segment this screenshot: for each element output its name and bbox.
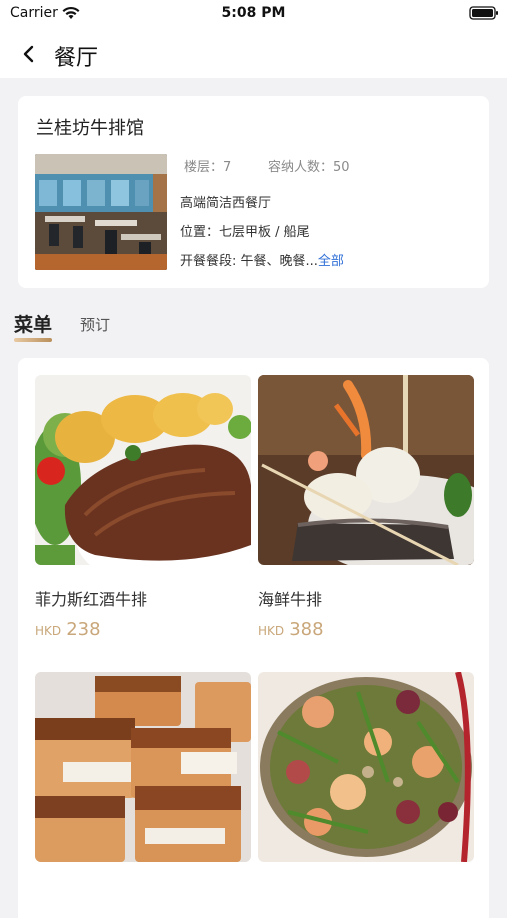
back-chevron-icon[interactable] bbox=[18, 43, 40, 65]
price-currency: HKD bbox=[35, 624, 62, 638]
menu-grid: 菲力斯红酒牛排 HKD 238 海鲜牛排 HKD 388 bbox=[18, 358, 489, 918]
dish-card[interactable]: 菲力斯红酒牛排 HKD 238 bbox=[35, 375, 251, 640]
tab-booking[interactable]: 预订 bbox=[80, 314, 110, 335]
status-bar: Carrier 5:08 PM bbox=[0, 0, 507, 30]
dish-card[interactable]: 海鲜牛排 HKD 388 bbox=[258, 375, 474, 640]
location-label: 位置： bbox=[180, 225, 220, 240]
meal-label: 开餐餐段: bbox=[180, 254, 241, 269]
restaurant-photo bbox=[35, 154, 167, 270]
dish-card[interactable] bbox=[258, 672, 474, 862]
meal-value: 午餐、晚餐... bbox=[240, 254, 318, 269]
dish-name: 海鲜牛排 bbox=[258, 590, 323, 609]
capacity-value: 50 bbox=[333, 160, 350, 175]
price-amount: 238 bbox=[66, 619, 101, 640]
price-currency: HKD bbox=[258, 624, 285, 638]
meal-periods-info: 开餐餐段: 午餐、晚餐...全部 bbox=[180, 250, 344, 269]
dish-image bbox=[35, 672, 251, 862]
tab-bar: 菜单 预订 bbox=[0, 306, 507, 350]
location-info: 位置：七层甲板 / 船尾 bbox=[180, 221, 310, 240]
restaurant-style: 高端简洁西餐厅 bbox=[180, 196, 272, 211]
dish-image bbox=[35, 375, 251, 565]
price-amount: 388 bbox=[289, 619, 324, 640]
floor-label: 楼层： bbox=[184, 160, 224, 175]
tab-menu[interactable]: 菜单 bbox=[14, 310, 52, 337]
floor-info: 楼层：7 bbox=[184, 156, 231, 175]
dish-image bbox=[258, 672, 474, 862]
location-value: 七层甲板 / 船尾 bbox=[219, 225, 310, 240]
page-title: 餐厅 bbox=[54, 46, 99, 71]
battery-icon bbox=[469, 6, 498, 20]
capacity-info: 容纳人数：50 bbox=[268, 156, 350, 175]
dish-card[interactable] bbox=[35, 672, 251, 862]
restaurant-info-card: 兰桂坊牛排馆 楼层：7 容纳人数：50 高端简洁西餐厅 位置：七层甲板 / 船尾… bbox=[18, 96, 489, 288]
dish-price: HKD 238 bbox=[35, 619, 101, 640]
floor-value: 7 bbox=[223, 160, 232, 175]
dish-name: 菲力斯红酒牛排 bbox=[35, 590, 148, 609]
tab-active-indicator bbox=[14, 338, 52, 342]
capacity-label: 容纳人数： bbox=[268, 160, 334, 175]
dish-price: HKD 388 bbox=[258, 619, 324, 640]
nav-bar: 餐厅 bbox=[0, 30, 507, 78]
show-all-link[interactable]: 全部 bbox=[318, 254, 344, 269]
clock: 5:08 PM bbox=[221, 5, 286, 21]
restaurant-name: 兰桂坊牛排馆 bbox=[36, 118, 144, 139]
dish-image bbox=[258, 375, 474, 565]
